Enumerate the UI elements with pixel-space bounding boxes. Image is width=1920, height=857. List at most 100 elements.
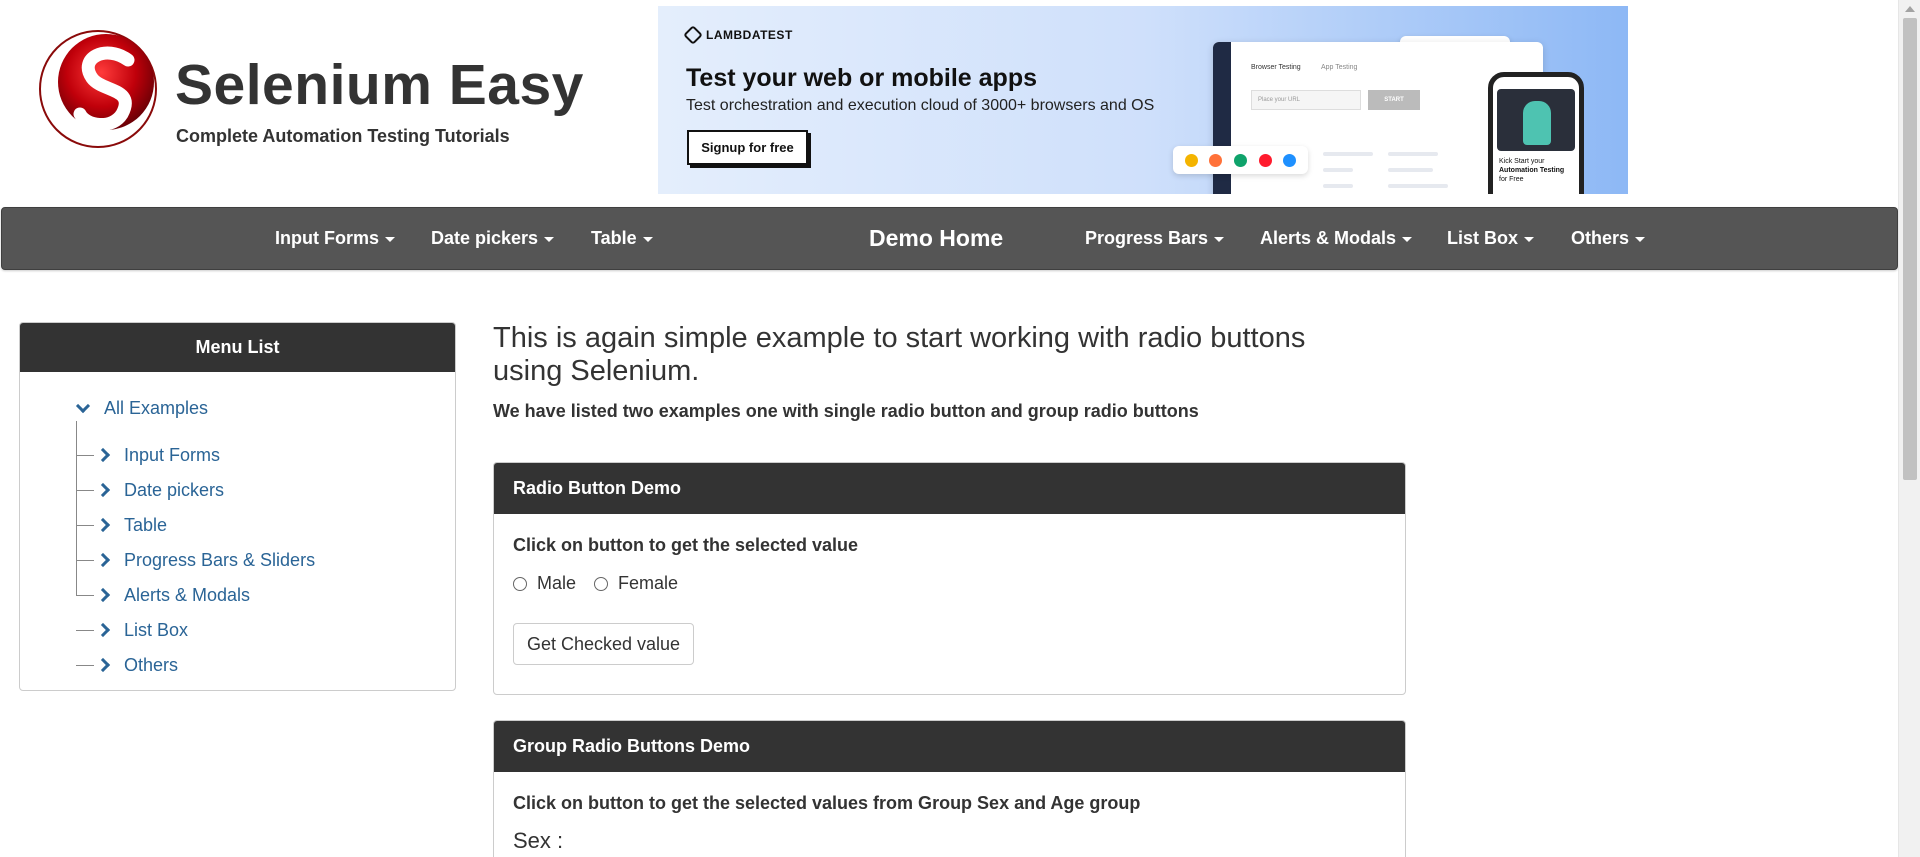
tree-item-table[interactable]: Table: [76, 514, 167, 536]
mock-start-button: START: [1368, 90, 1420, 110]
main-navbar: Input Forms Date pickers Table Demo Home…: [1, 207, 1898, 270]
selenium-easy-logo[interactable]: [36, 22, 166, 152]
caret-down-icon: [1214, 237, 1225, 242]
page-subheading: We have listed two examples one with sin…: [493, 401, 1199, 421]
chevron-down-icon: [75, 398, 91, 413]
male-radio-label[interactable]: Male: [537, 573, 576, 594]
caret-down-icon: [1524, 237, 1535, 242]
vertical-scrollbar[interactable]: [1898, 0, 1920, 857]
nav-others[interactable]: Others: [1571, 208, 1646, 269]
tree-root-label: All Examples: [104, 398, 209, 418]
phone-text-line: for Free: [1499, 176, 1524, 183]
nav-label: Others: [1571, 228, 1630, 248]
nav-alerts-modals[interactable]: Alerts & Modals: [1260, 208, 1413, 269]
female-radio-label[interactable]: Female: [618, 573, 678, 594]
chevron-right-icon: [95, 657, 111, 673]
sex-group-label: Sex :: [513, 828, 564, 853]
tree-item-alerts-modals[interactable]: Alerts & Modals: [76, 584, 250, 606]
mock-line: [1323, 152, 1373, 156]
nav-progress-bars[interactable]: Progress Bars: [1085, 208, 1225, 269]
group-radio-demo-panel: Group Radio Buttons Demo Click on button…: [493, 720, 1406, 857]
tree-branch-line: [76, 664, 94, 666]
scroll-up-arrow-icon[interactable]: [1905, 6, 1915, 12]
mock-tab-app: App Testing: [1321, 64, 1358, 71]
phone-text-line: Automation Testing: [1499, 167, 1565, 174]
nav-label: Alerts & Modals: [1260, 228, 1397, 248]
caret-down-icon: [1402, 237, 1413, 242]
chevron-right-icon: [95, 517, 111, 533]
male-radio[interactable]: [513, 576, 527, 591]
nav-label: Demo Home: [869, 225, 1004, 251]
tree-branch-line: [76, 524, 94, 526]
signup-button[interactable]: Signup for free: [687, 130, 808, 165]
lambdatest-logo: LAMBDATEST: [683, 25, 793, 45]
phone-illustration: [1523, 101, 1551, 145]
opera-icon: [1258, 153, 1272, 167]
edge-icon: [1233, 153, 1247, 167]
nav-demo-home[interactable]: Demo Home: [869, 208, 1003, 269]
chevron-right-icon: [95, 552, 111, 568]
tree-item-label: Others: [124, 654, 179, 675]
menu-list-title: Menu List: [20, 323, 455, 372]
group-demo-title: Group Radio Buttons Demo: [494, 721, 1405, 772]
tree-item-label: Date pickers: [124, 479, 225, 500]
nav-date-pickers[interactable]: Date pickers: [431, 208, 555, 269]
nav-label: Input Forms: [275, 228, 379, 248]
tree-item-label: List Box: [124, 619, 189, 640]
get-checked-value-button[interactable]: Get Checked value: [513, 623, 694, 665]
radio-demo-instruction: Click on button to get the selected valu…: [513, 535, 859, 555]
radio-demo-title: Radio Button Demo: [494, 463, 1405, 514]
mock-url-input: Place your URL: [1251, 90, 1361, 110]
tree-all-examples[interactable]: All Examples: [75, 398, 209, 419]
phone-text-line: Kick Start your: [1499, 158, 1545, 165]
chrome-icon: [1184, 153, 1198, 167]
chevron-right-icon: [95, 622, 111, 638]
tree-item-label: Alerts & Modals: [124, 584, 251, 605]
gender-radio-group: Male Female: [513, 573, 696, 594]
female-radio[interactable]: [594, 576, 609, 591]
site-header: Selenium Easy Complete Automation Testin…: [0, 0, 1898, 205]
tree-item-label: Progress Bars & Sliders: [124, 549, 316, 570]
firefox-icon: [1209, 153, 1223, 167]
tree-item-list-box[interactable]: List Box: [76, 619, 188, 641]
tree-branch-line: [76, 559, 94, 561]
caret-down-icon: [544, 237, 555, 242]
tree-item-input-forms[interactable]: Input Forms: [76, 444, 220, 466]
lambdatest-logo-icon: [683, 25, 703, 45]
chevron-right-icon: [95, 447, 111, 463]
radio-button-demo-panel: Radio Button Demo Click on button to get…: [493, 462, 1406, 695]
safari-icon: [1283, 153, 1297, 167]
chevron-right-icon: [95, 587, 111, 603]
mock-line: [1323, 184, 1353, 188]
nav-table[interactable]: Table: [591, 208, 653, 269]
nav-label: List Box: [1447, 228, 1519, 248]
nav-label: Table: [591, 228, 637, 248]
mock-line: [1388, 168, 1433, 172]
nav-list-box[interactable]: List Box: [1447, 208, 1535, 269]
lambdatest-ad-banner[interactable]: LAMBDATEST Test your web or mobile apps …: [658, 6, 1628, 194]
menu-list-panel: Menu List All Examples Input Forms Date …: [19, 322, 456, 691]
tree-branch-line: [76, 594, 94, 596]
banner-subtitle: Test orchestration and execution cloud o…: [686, 97, 1155, 114]
banner-title: Test your web or mobile apps: [686, 64, 1037, 92]
lambdatest-logo-text: LAMBDATEST: [706, 28, 793, 42]
group-demo-instruction: Click on button to get the selected valu…: [513, 793, 1141, 813]
mock-line: [1388, 184, 1448, 188]
tree-item-progress-bars[interactable]: Progress Bars & Sliders: [76, 549, 315, 571]
nav-label: Progress Bars: [1085, 228, 1209, 248]
scrollbar-thumb[interactable]: [1903, 18, 1917, 480]
nav-label: Date pickers: [431, 228, 539, 248]
tree-branch-line: [76, 489, 94, 491]
caret-down-icon: [642, 237, 653, 242]
mock-tab-browser: Browser Testing: [1251, 64, 1301, 71]
tree-branch-line: [76, 454, 94, 456]
tree-item-label: Input Forms: [124, 444, 221, 465]
phone-screen: [1497, 89, 1575, 151]
tree-branch-line: [76, 629, 94, 631]
tree-item-others[interactable]: Others: [76, 654, 178, 676]
tree-item-date-pickers[interactable]: Date pickers: [76, 479, 224, 501]
nav-input-forms[interactable]: Input Forms: [275, 208, 395, 269]
page-heading: This is again simple example to start wo…: [493, 322, 1306, 387]
site-subtitle: Complete Automation Testing Tutorials: [176, 126, 510, 146]
mock-line: [1323, 168, 1353, 172]
